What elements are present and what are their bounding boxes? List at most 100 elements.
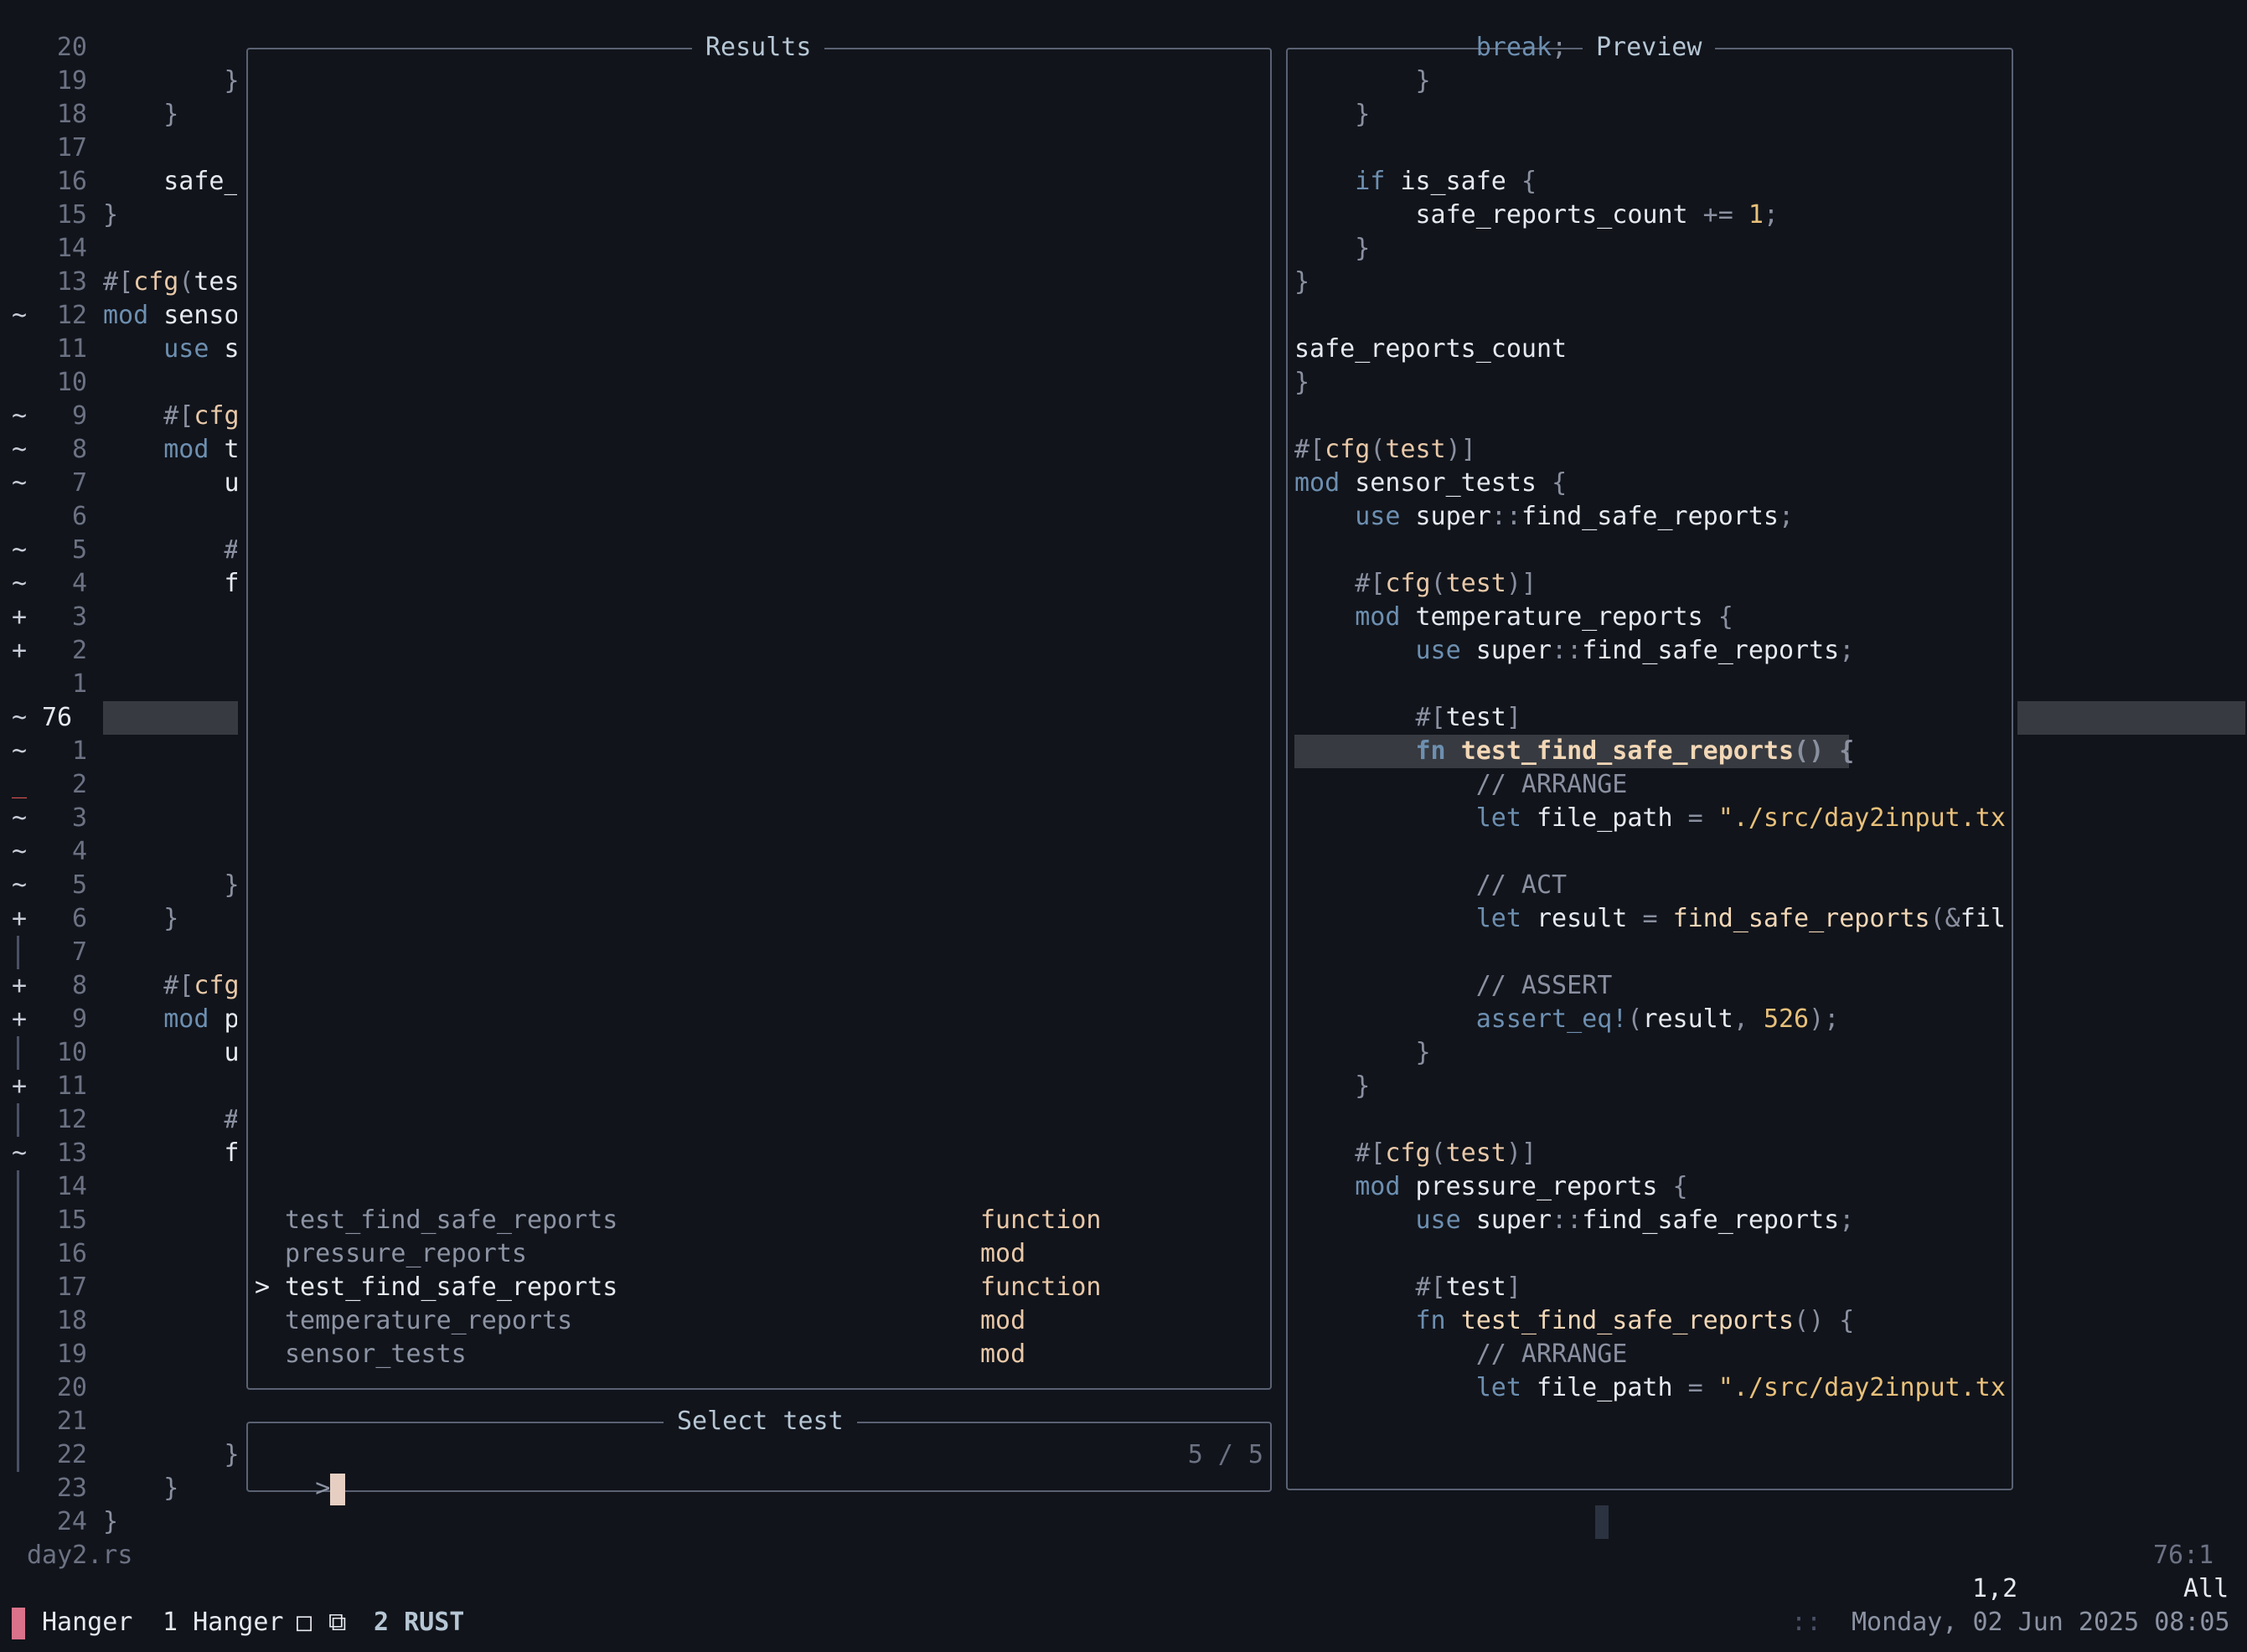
line-number: 16 [56,167,87,196]
git-change-bar [17,1405,19,1438]
git-change-bar [17,1371,19,1405]
preview-line: safe_reports_count += 1; [1415,200,1779,230]
session-marker [12,1608,25,1639]
preview-line: break; [1475,33,1568,62]
code-text: #[cfg(tes [103,267,237,297]
git-sign: ~ [12,401,28,431]
code-text: safe_ [163,167,237,196]
preview-line: if is_safe { [1355,167,1537,196]
line-number: 13 [56,1138,87,1168]
preview-line: #[cfg(test)] [1294,435,1476,464]
preview-line [1294,1237,2005,1271]
status-datetime: Monday, 02 Jun 2025 08:05 [1852,1608,2230,1637]
status-separator: :: [1791,1608,1822,1637]
line-number: 22 [56,1440,87,1469]
preview-line: // ARRANGE [1475,770,1628,799]
preview-line: } [1294,267,1310,297]
line-number: 3 [71,803,87,833]
code-text: mod t [163,435,237,464]
code-text: } [163,904,179,933]
line-number: 2 [71,636,87,665]
code-text: u [224,468,238,498]
preview-line: // ACT [1475,870,1568,900]
tmux-window-1[interactable]: 1 Hanger [163,1606,284,1639]
git-sign: ~ [12,870,28,900]
line-number: 18 [56,100,87,129]
git-sign: ~ [12,301,28,330]
line-number: 13 [56,267,87,297]
git-sign: + [12,971,28,1000]
line-number: 15 [56,200,87,230]
code-text: } [163,100,179,129]
scroll-indicator [1595,1505,1609,1539]
prompt-input[interactable]: > [255,1438,346,1505]
preview-line: let result = find_safe_reports(&fil [1475,904,2005,933]
result-name: sensor_tests [285,1340,467,1369]
line-number: 14 [56,1172,87,1201]
line-number: 12 [56,1105,87,1134]
line-number: 4 [71,837,87,866]
git-change-bar [17,1338,19,1371]
current-line-highlight [103,701,238,735]
line-number: 5 [71,535,87,565]
code-text: #[cfg [163,401,237,431]
git-sign: + [12,602,28,632]
line-number: 19 [56,66,87,96]
current-line-highlight-right [2017,701,2245,735]
git-sign: ~ [12,435,28,464]
preview-line: } [1355,100,1371,129]
tmux-window-2[interactable]: 2 RUST [374,1606,464,1639]
line-number: 10 [56,368,87,397]
line-number: 11 [56,334,87,364]
code-text: } [163,1474,179,1503]
cursor-position: 1,2 [1972,1574,2018,1603]
preview-line: let file_path = "./src/day2input.tx [1475,1373,2005,1402]
line-number: 7 [71,937,87,967]
line-number: 24 [56,1507,87,1536]
git-sign: _ [12,770,28,799]
tmux-session: Hanger [42,1608,133,1637]
preview-line: mod pressure_reports { [1355,1172,1688,1201]
preview-line: fn test_find_safe_reports() { [1294,735,2005,768]
line-number: 12 [56,301,87,330]
preview-line: #[cfg(test)] [1355,569,1537,598]
preview-line: assert_eq!(result, 526); [1475,1004,1840,1034]
git-sign: ~ [12,535,28,565]
line-number: 14 [56,234,87,263]
git-sign: ~ [12,1138,28,1168]
git-change-bar [17,1304,19,1338]
preview-line [1294,400,2005,433]
code-text: use s [163,334,237,364]
prompt-panel: Select test > 5 / 5 [246,1405,1272,1505]
git-change-bar [17,1237,19,1271]
line-number: 17 [56,1273,87,1302]
git-sign: + [12,1071,28,1101]
result-kind: mod [980,1239,1026,1268]
results-title: Results [692,31,825,65]
code-text: } [103,200,119,230]
line-number: 20 [56,1373,87,1402]
line-number: 3 [71,602,87,632]
line-number: 15 [56,1205,87,1235]
result-kind: function [980,1273,1102,1302]
code-text: } [103,1507,119,1536]
line-number: 11 [56,1071,87,1101]
buffer-position: 76:1 [2153,1541,2214,1570]
line-number: 6 [71,904,87,933]
git-change-bar [17,1036,19,1070]
line-number: 76 [42,703,73,732]
result-kind: mod [980,1306,1026,1335]
preview-line: mod sensor_tests { [1294,468,1568,498]
window-copy-icon: ⧉ [328,1608,347,1637]
line-number: 8 [71,435,87,464]
prompt-prefix: > [315,1474,331,1503]
code-text: f [224,569,238,598]
result-name: test_find_safe_reports [285,1205,618,1235]
text-cursor [330,1473,346,1505]
code-text: } [103,1438,238,1472]
code-text: mod p [163,1004,237,1034]
scroll-percent: All [2183,1574,2229,1603]
preview-line: #[cfg(test)] [1355,1138,1537,1168]
line-number: 20 [56,33,87,62]
git-sign: ~ [12,736,28,766]
